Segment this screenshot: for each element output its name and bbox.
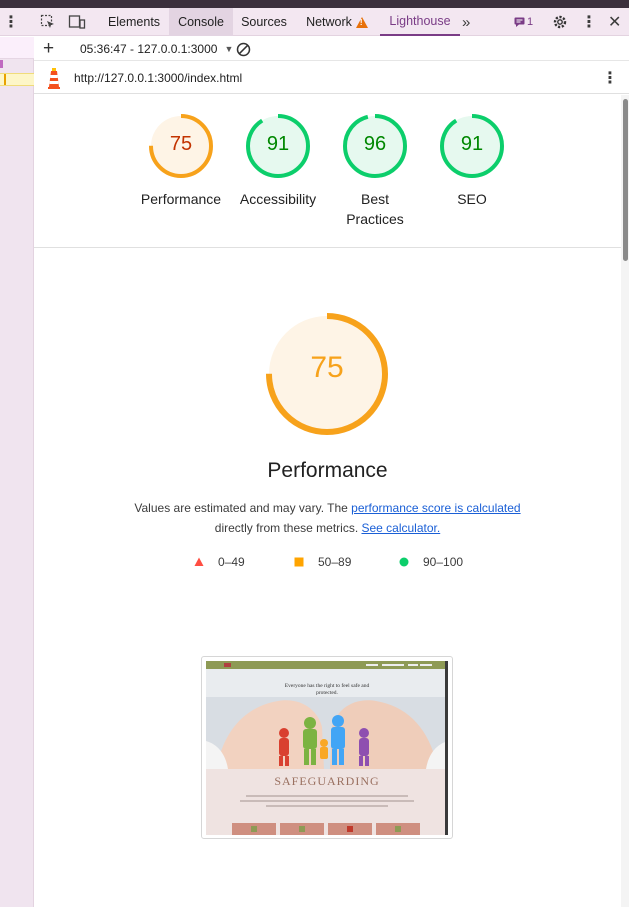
warning-icon: [355, 16, 368, 28]
close-devtools-icon[interactable]: ✕: [608, 8, 622, 36]
screenshot-hero-caption: Everyone has the right to feel safe and …: [284, 683, 370, 696]
settings-gear-icon[interactable]: [552, 8, 570, 36]
device-toolbar-icon[interactable]: [68, 8, 88, 36]
tab-sources[interactable]: Sources: [234, 8, 294, 36]
left-pane-marker: [0, 60, 3, 68]
performance-main-score: 75: [310, 351, 344, 384]
average-square-icon: [294, 557, 304, 567]
report-url-bar: http://127.0.0.1:3000/index.html ⋮: [34, 62, 629, 94]
new-report-plus-icon[interactable]: +: [43, 37, 54, 61]
gauge-score: 91: [460, 133, 484, 155]
screenshot-page: Everyone has the right to feel safe and …: [206, 661, 448, 835]
lighthouse-report: 75 Performance 91 Accessibility 96 Best P…: [34, 95, 621, 907]
gauge-label: Performance: [140, 191, 222, 207]
left-pane-warning-row: [0, 73, 34, 86]
performance-description: Values are estimated and may vary. The p…: [134, 501, 521, 535]
section-divider: [34, 247, 621, 248]
score-calculation-link[interactable]: performance score is calculated: [351, 501, 520, 515]
inspect-element-icon[interactable]: [40, 8, 58, 36]
gauge-label: Accessibility: [239, 191, 317, 207]
window-top-strip: [0, 0, 629, 8]
lighthouse-toolbar: + 05:36:47 - 127.0.0.1:3000 ▼: [34, 37, 629, 61]
gauge-performance[interactable]: 75 Performance: [131, 113, 231, 209]
legend-fail: 0–49: [194, 555, 245, 569]
screenshot-heading: SAFEGUARDING: [274, 774, 380, 788]
gauge-label: Best Practices: [346, 191, 404, 227]
dropdown-arrow-icon: ▼: [224, 44, 234, 54]
lighthouse-logo-icon: [46, 62, 62, 94]
report-scrollbar[interactable]: [621, 95, 629, 907]
gauge-best-practices[interactable]: 96 Best Practices: [325, 113, 425, 229]
devtools-tab-bar: ⋮ Elements Console Sources Network Light…: [0, 8, 629, 36]
gauge-score: 75: [169, 133, 193, 155]
report-selector[interactable]: 05:36:47 - 127.0.0.1:3000 ▼: [80, 37, 233, 61]
legend-average: 50–89: [294, 555, 351, 569]
gauge-accessibility[interactable]: 91 Accessibility: [228, 113, 328, 209]
fail-triangle-icon: [194, 557, 204, 566]
report-url: http://127.0.0.1:3000/index.html: [74, 71, 243, 85]
left-side-pane: [0, 37, 34, 907]
customize-menu-icon[interactable]: ⋮: [581, 8, 597, 36]
pass-circle-icon: [399, 557, 409, 567]
performance-title: Performance: [267, 459, 388, 482]
final-screenshot[interactable]: Everyone has the right to feel safe and …: [201, 656, 453, 839]
see-calculator-link[interactable]: See calculator.: [361, 521, 440, 535]
main-menu-icon[interactable]: ⋮: [3, 8, 19, 36]
more-tabs-icon[interactable]: »: [462, 8, 478, 36]
issues-counter[interactable]: 1: [514, 8, 536, 36]
tab-network[interactable]: Network: [299, 8, 375, 36]
tab-elements[interactable]: Elements: [100, 8, 168, 36]
gauge-score: 96: [363, 133, 387, 155]
tab-console[interactable]: Console: [169, 8, 233, 36]
clear-reports-icon[interactable]: [236, 37, 251, 61]
scrollbar-thumb[interactable]: [623, 99, 628, 261]
issues-icon: [514, 17, 525, 27]
tab-lighthouse[interactable]: Lighthouse: [380, 8, 460, 36]
legend-pass: 90–100: [399, 555, 463, 569]
left-pane-row: [0, 37, 34, 59]
gauge-label: SEO: [457, 191, 487, 207]
gauge-score: 91: [266, 133, 290, 155]
report-menu-icon[interactable]: ⋮: [602, 62, 618, 94]
gauge-seo[interactable]: 91 SEO: [422, 113, 522, 209]
